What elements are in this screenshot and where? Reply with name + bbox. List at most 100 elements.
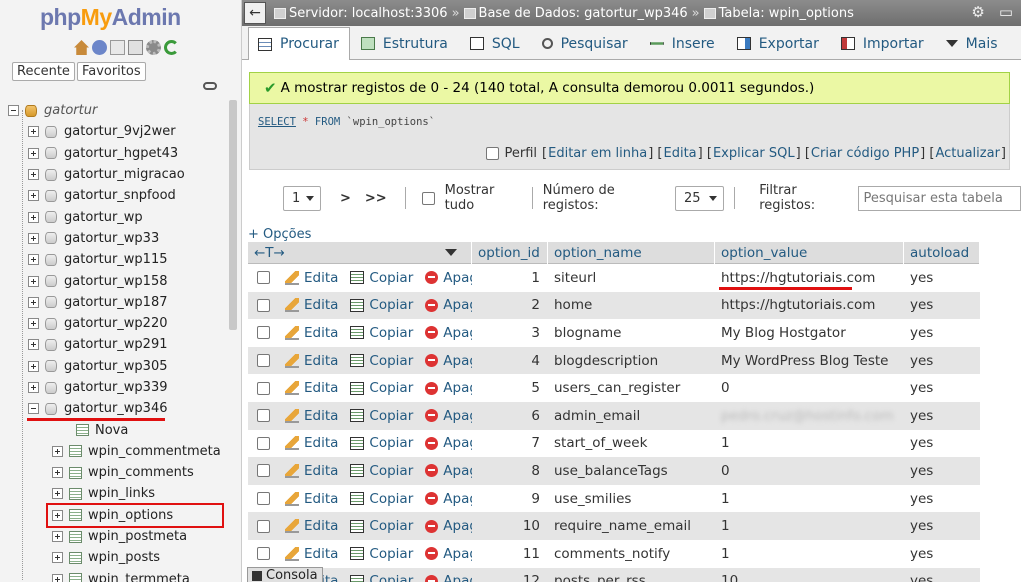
cell-option-value[interactable]: https://hgtutoriais.com [715,297,904,313]
expand-icon[interactable] [28,147,39,159]
collapse-square-icon[interactable]: ▭ [999,3,1013,21]
cell-option-id[interactable]: 6 [472,408,548,424]
expand-icon[interactable] [28,190,39,202]
edit-button[interactable]: Edita [285,270,338,286]
recent-tab[interactable]: Recente [12,62,75,81]
cell-option-value[interactable]: 10 [715,573,904,582]
chevron-down-icon[interactable] [445,249,457,256]
tree-db-item[interactable]: gatortur_wp339 [8,377,228,398]
copy-button[interactable]: Copiar [350,380,413,396]
edit-button[interactable]: Edita [285,408,338,424]
phpmyadmin-logo[interactable]: phpMyAdmin [40,4,181,31]
tree-db-open[interactable]: gatortur_wp346 [8,398,228,419]
delete-button[interactable]: Apagar [425,491,472,507]
row-checkbox[interactable] [257,519,270,533]
copy-button[interactable]: Copiar [350,573,413,582]
refresh-link[interactable]: Actualizar [935,146,999,161]
tree-new-table[interactable]: Nova [8,419,228,440]
tree-db-item[interactable]: gatortur_migracao [8,164,228,185]
delete-button[interactable]: Apagar [425,546,472,562]
cell-option-name[interactable]: start_of_week [548,435,715,451]
col-option-value[interactable]: option_value [715,241,904,264]
cell-option-value[interactable]: 1 [715,546,904,562]
edit-button[interactable]: Edita [285,463,338,479]
tab-more[interactable]: Mais [936,27,1009,59]
expand-icon[interactable] [28,318,39,330]
copy-button[interactable]: Copiar [350,463,413,479]
cell-option-id[interactable]: 5 [472,380,548,396]
col-autoload[interactable]: autoload [904,241,980,264]
back-arrow-icon[interactable]: ← [244,2,266,24]
edit-button[interactable]: Edita [285,491,338,507]
tab-export[interactable]: Exportar [727,27,830,59]
cell-autoload[interactable]: yes [904,353,980,369]
edit-button[interactable]: Edita [285,380,338,396]
expand-icon[interactable] [28,382,39,393]
copy-button[interactable]: Copiar [350,297,413,313]
expand-icon[interactable] [28,254,39,266]
expand-icon[interactable] [52,552,63,564]
cell-option-name[interactable]: home [548,297,715,313]
show-all-checkbox[interactable] [421,191,435,205]
expand-icon[interactable] [28,275,39,287]
edit-button[interactable]: Edita [285,518,338,534]
expand-icon[interactable] [52,467,63,479]
delete-button[interactable]: Apagar [425,573,472,582]
tree-db-item[interactable]: gatortur_wp115 [8,249,228,270]
row-checkbox[interactable] [257,298,270,312]
cell-option-name[interactable]: blogdescription [548,353,715,369]
tree-table-item[interactable]: wpin_comments [8,462,228,483]
row-checkbox[interactable] [257,436,270,450]
home-icon[interactable] [74,40,89,55]
delete-button[interactable]: Apagar [425,325,472,341]
copy-button[interactable]: Copiar [350,353,413,369]
copy-button[interactable]: Copiar [350,435,413,451]
cell-autoload[interactable]: yes [904,463,980,479]
cell-autoload[interactable]: yes [904,491,980,507]
tab-search[interactable]: Pesquisar [532,27,639,59]
cell-option-name[interactable]: use_balanceTags [548,463,715,479]
edit-button[interactable]: Edita [285,297,338,313]
copy-button[interactable]: Copiar [350,325,413,341]
expand-icon[interactable] [52,531,63,543]
edit-link[interactable]: Edita [664,146,697,161]
cell-option-id[interactable]: 8 [472,463,548,479]
tree-db-item[interactable]: gatortur_wp [8,206,228,227]
expand-icon[interactable] [28,296,39,308]
row-checkbox[interactable] [257,547,270,561]
delete-button[interactable]: Apagar [425,408,472,424]
cell-option-id[interactable]: 10 [472,518,548,534]
tree-db-item[interactable]: gatortur_wp305 [8,356,228,377]
expand-icon[interactable] [28,360,39,372]
tab-sql[interactable]: SQL [460,27,531,59]
profiling-checkbox[interactable] [485,147,499,160]
tree-table-item[interactable]: wpin_postmeta [8,526,228,547]
tree-db-item[interactable]: gatortur_wp33 [8,228,228,249]
copy-button[interactable]: Copiar [350,546,413,562]
delete-button[interactable]: Apagar [425,353,472,369]
cell-autoload[interactable]: yes [904,518,980,534]
copy-button[interactable]: Copiar [350,491,413,507]
expand-icon[interactable] [52,573,63,582]
cell-option-name[interactable]: siteurl [548,270,715,286]
cell-option-value[interactable]: 0 [715,380,904,396]
tree-db-item[interactable]: gatortur_wp220 [8,313,228,334]
cell-option-id[interactable]: 12 [472,573,548,582]
delete-button[interactable]: Apagar [425,380,472,396]
edit-button[interactable]: Edita [285,325,338,341]
tree-db-item[interactable]: gatortur_wp158 [8,270,228,291]
next-page-button[interactable]: > [340,191,351,206]
cell-option-id[interactable]: 9 [472,491,548,507]
documentation-icon[interactable] [110,40,125,55]
breadcrumb-server[interactable]: Servidor: localhost:3306 [274,6,448,21]
cell-option-name[interactable]: use_smilies [548,491,715,507]
copy-button[interactable]: Copiar [350,270,413,286]
breadcrumb-database[interactable]: Base de Dados: gatortur_wp346 [463,6,688,21]
cell-autoload[interactable]: yes [904,546,980,562]
delete-button[interactable]: Apagar [425,297,472,313]
row-checkbox[interactable] [257,381,270,395]
cell-option-id[interactable]: 7 [472,435,548,451]
column-resize-arrows[interactable]: ←T→ [254,245,285,261]
tree-table-item[interactable]: wpin_posts [8,547,228,568]
console-toggle[interactable]: Consola [247,567,323,582]
